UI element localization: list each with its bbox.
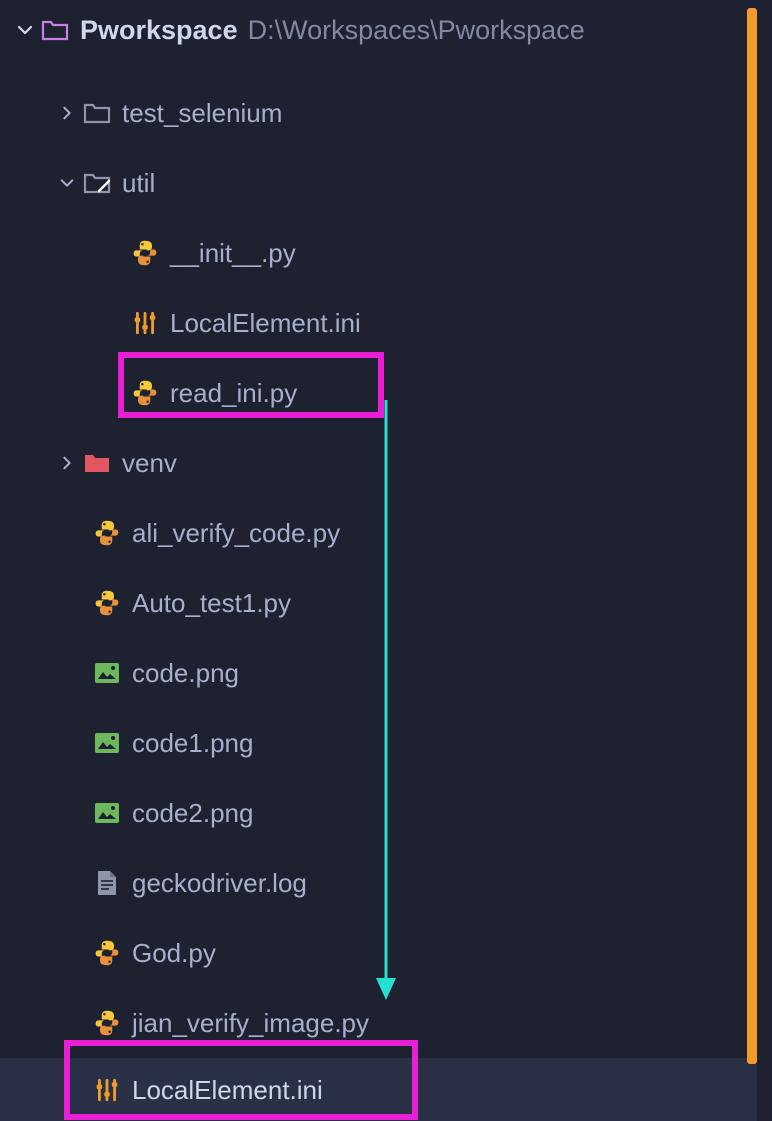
- folder-icon: [82, 98, 112, 128]
- tree-root-row[interactable]: Pworkspace D:\Workspaces\Pworkspace: [0, 0, 757, 60]
- image-icon: [92, 658, 122, 688]
- item-label: ali_verify_code.py: [132, 518, 340, 549]
- tree-item-ali-verify[interactable]: ali_verify_code.py: [0, 498, 757, 568]
- tree-item-god-py[interactable]: God.py: [0, 918, 757, 988]
- text-file-icon: [92, 868, 122, 898]
- item-label: code.png: [132, 658, 239, 689]
- tree-item-code1-png[interactable]: code1.png: [0, 708, 757, 778]
- tree-item-geckodriver-log[interactable]: geckodriver.log: [0, 848, 757, 918]
- item-label: Auto_test1.py: [132, 588, 291, 619]
- item-label: geckodriver.log: [132, 868, 307, 899]
- chevron-right-icon: [52, 455, 82, 471]
- tree-item-code2-png[interactable]: code2.png: [0, 778, 757, 848]
- item-label: code1.png: [132, 728, 253, 759]
- item-label: God.py: [132, 938, 216, 969]
- tree-item-localelement-ini[interactable]: LocalElement.ini: [0, 288, 757, 358]
- tree-item-localelement-root[interactable]: LocalElement.ini: [0, 1058, 757, 1121]
- python-icon: [130, 378, 160, 408]
- item-label: LocalElement.ini: [132, 1075, 323, 1106]
- file-tree-panel: Pworkspace D:\Workspaces\Pworkspace test…: [0, 0, 757, 1121]
- chevron-down-icon: [52, 175, 82, 191]
- item-label: read_ini.py: [170, 378, 297, 409]
- tree-item-jian-verify[interactable]: jian_verify_image.py: [0, 988, 757, 1058]
- tree-item-venv[interactable]: venv: [0, 428, 757, 498]
- root-path: D:\Workspaces\Pworkspace: [248, 15, 585, 46]
- tree-item-init[interactable]: __init__.py: [0, 218, 757, 288]
- scrollbar[interactable]: [747, 8, 757, 1064]
- image-icon: [92, 728, 122, 758]
- python-icon: [130, 238, 160, 268]
- image-icon: [92, 798, 122, 828]
- tree-item-auto-test1[interactable]: Auto_test1.py: [0, 568, 757, 638]
- item-label: test_selenium: [122, 98, 282, 129]
- item-label: LocalElement.ini: [170, 308, 361, 339]
- tree-item-util[interactable]: util: [0, 148, 757, 218]
- item-label: util: [122, 168, 155, 199]
- item-label: venv: [122, 448, 177, 479]
- settings-sliders-icon: [92, 1075, 122, 1105]
- folder-icon: [40, 15, 70, 45]
- python-icon: [92, 938, 122, 968]
- python-icon: [92, 1008, 122, 1038]
- python-package-folder-icon: [82, 168, 112, 198]
- chevron-right-icon: [52, 105, 82, 121]
- python-icon: [92, 518, 122, 548]
- tree-item-test-selenium[interactable]: test_selenium: [0, 78, 757, 148]
- folder-library-icon: [82, 448, 112, 478]
- chevron-down-icon: [10, 21, 40, 39]
- item-label: __init__.py: [170, 238, 296, 269]
- item-label: code2.png: [132, 798, 253, 829]
- tree-item-read-ini[interactable]: read_ini.py: [0, 358, 757, 428]
- item-label: jian_verify_image.py: [132, 1008, 369, 1039]
- settings-sliders-icon: [130, 308, 160, 338]
- tree-item-code-png[interactable]: code.png: [0, 638, 757, 708]
- python-icon: [92, 588, 122, 618]
- root-name: Pworkspace: [80, 15, 238, 46]
